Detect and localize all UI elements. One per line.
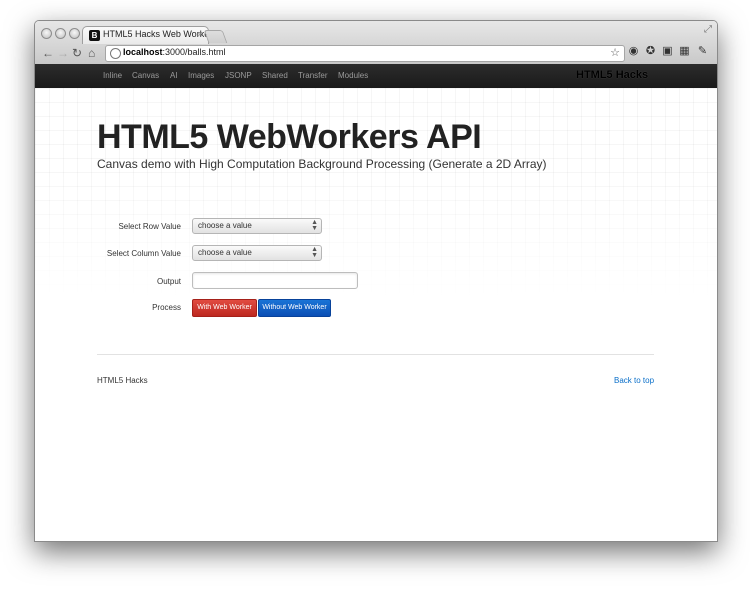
extension-icon[interactable]: ✪: [644, 45, 657, 58]
url-text: localhost:3000/balls.html: [123, 47, 226, 57]
nav-link-images[interactable]: Images: [188, 71, 214, 80]
browser-toolbar: ← → ↻ ⌂ localhost:3000/balls.html ☆ ◉ ✪ …: [35, 43, 717, 64]
row-select-value: choose a value: [198, 221, 252, 230]
browser-window: B HTML5 Hacks Web Workers × ⤢ ← → ↻ ⌂ lo…: [34, 20, 718, 542]
nav-link-transfer[interactable]: Transfer: [298, 71, 328, 80]
column-select-label: Select Column Value: [106, 249, 181, 258]
page-subtitle: Canvas demo with High Computation Backgr…: [97, 157, 547, 171]
page-title: HTML5 WebWorkers API: [97, 118, 482, 156]
wrench-icon[interactable]: ✎: [696, 45, 709, 58]
nav-link-jsonp[interactable]: JSONP: [225, 71, 252, 80]
nav-link-shared[interactable]: Shared: [262, 71, 288, 80]
back-arrow-icon[interactable]: ←: [42, 46, 54, 60]
close-window-icon[interactable]: [41, 28, 52, 39]
home-icon[interactable]: ⌂: [88, 46, 95, 60]
address-bar[interactable]: localhost:3000/balls.html ☆: [105, 45, 625, 62]
column-select[interactable]: choose a value ▲ ▼: [192, 245, 322, 261]
nav-link-ai[interactable]: AI: [170, 71, 178, 80]
favicon-icon: B: [89, 30, 100, 41]
browser-tab[interactable]: B HTML5 Hacks Web Workers ×: [82, 26, 217, 44]
fullscreen-icon[interactable]: ⤢: [704, 24, 712, 35]
page-content: HTML5 WebWorkers API Canvas demo with Hi…: [35, 88, 717, 541]
back-to-top-link[interactable]: Back to top: [614, 376, 654, 385]
top-navbar: Inline Canvas AI Images JSONP Shared Tra…: [35, 64, 717, 88]
new-tab-button[interactable]: [203, 30, 228, 43]
with-web-worker-button[interactable]: With Web Worker: [192, 299, 257, 317]
reload-icon[interactable]: ↻: [72, 46, 82, 60]
zoom-window-icon[interactable]: [69, 28, 80, 39]
select-arrows-icon: ▲ ▼: [311, 246, 318, 259]
extension-icon[interactable]: ◉: [627, 45, 640, 58]
brand-link[interactable]: HTML5 Hacks: [576, 69, 648, 81]
row-select[interactable]: choose a value ▲ ▼: [192, 218, 322, 234]
footer-text: HTML5 Hacks: [97, 376, 148, 385]
row-select-label: Select Row Value: [118, 222, 181, 231]
output-label: Output: [156, 277, 181, 286]
tab-close-icon[interactable]: ×: [198, 29, 203, 39]
forward-arrow-icon[interactable]: →: [57, 46, 69, 60]
minimize-window-icon[interactable]: [55, 28, 66, 39]
column-select-value: choose a value: [198, 248, 252, 257]
star-icon[interactable]: ☆: [610, 46, 620, 59]
output-textarea[interactable]: [192, 272, 358, 289]
extension-icon[interactable]: ▦: [678, 45, 691, 58]
nav-link-canvas[interactable]: Canvas: [132, 71, 159, 80]
browser-chrome: B HTML5 Hacks Web Workers × ⤢ ← → ↻ ⌂ lo…: [35, 21, 717, 65]
nav-link-modules[interactable]: Modules: [338, 71, 368, 80]
footer-divider: [97, 354, 654, 355]
globe-icon: [110, 48, 121, 59]
select-arrows-icon: ▲ ▼: [311, 219, 318, 232]
nav-link-inline[interactable]: Inline: [103, 71, 122, 80]
extension-icon[interactable]: ▣: [661, 45, 674, 58]
process-label: Process: [152, 303, 181, 312]
without-web-worker-button[interactable]: Without Web Worker: [258, 299, 331, 317]
